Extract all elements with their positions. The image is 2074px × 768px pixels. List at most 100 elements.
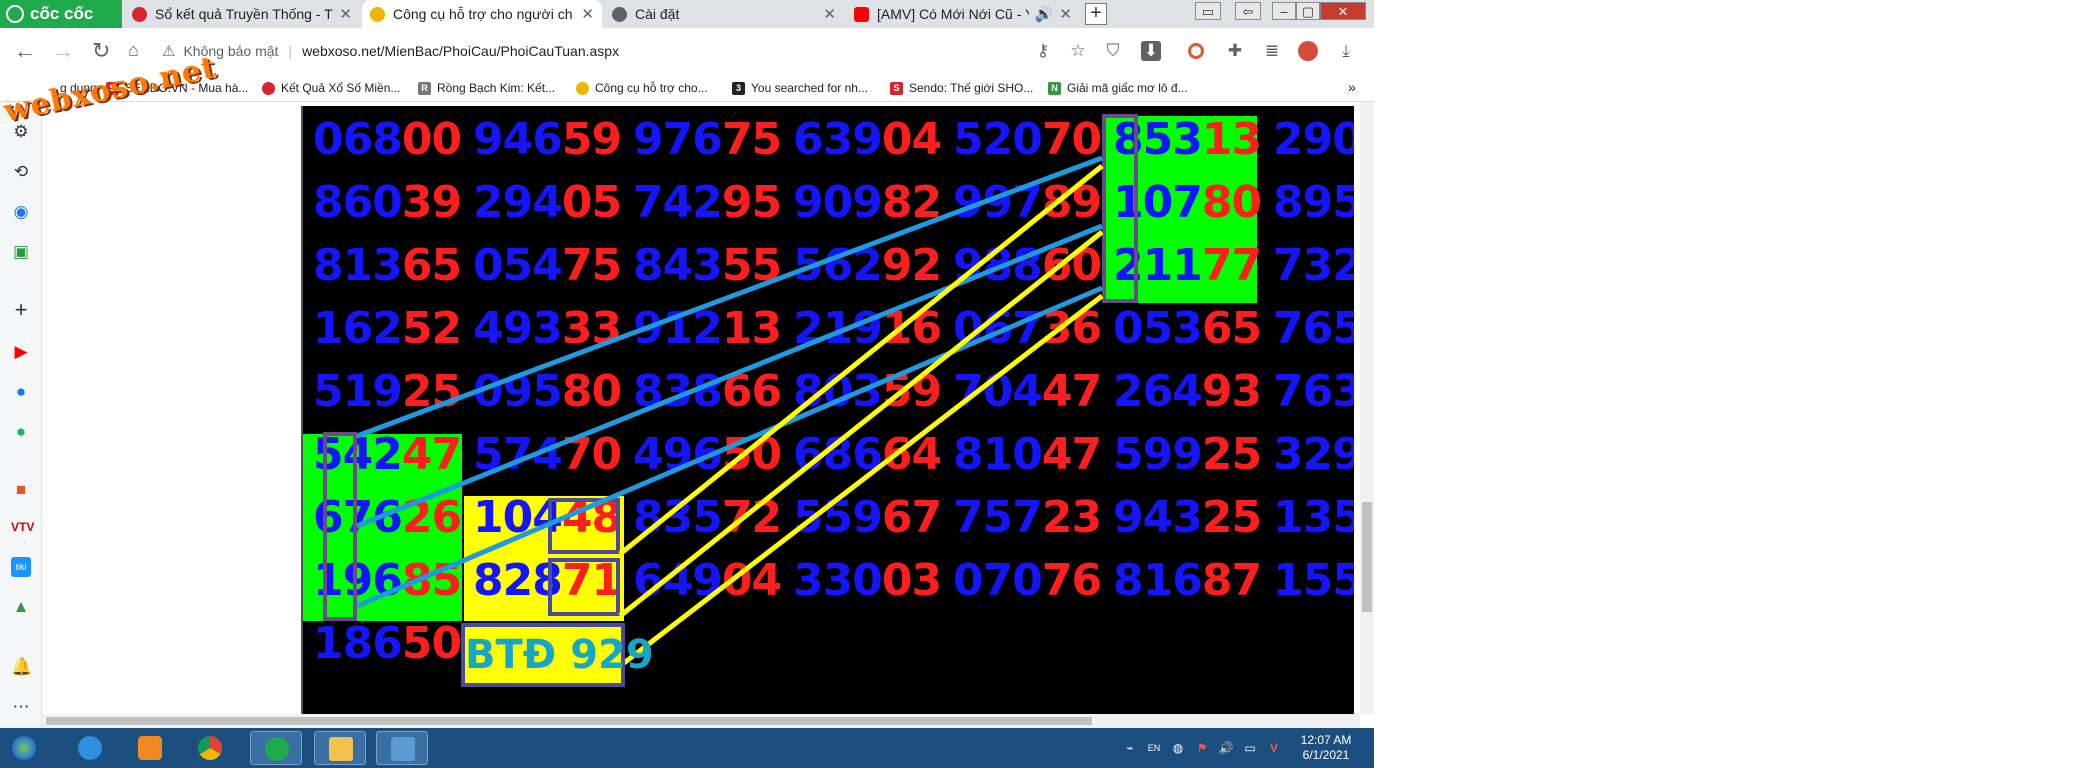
- home-icon[interactable]: ⌂: [128, 40, 139, 61]
- ie-icon: [78, 736, 102, 760]
- bookmark-label: You searched for nh...: [751, 81, 868, 95]
- close-window-button[interactable]: ✕: [1320, 2, 1366, 20]
- close-tab-icon[interactable]: ✕: [339, 5, 352, 23]
- bookmark-label: Kết Quả Xổ Số Miền...: [281, 81, 401, 95]
- reload-icon[interactable]: ↻: [92, 38, 110, 64]
- messenger-icon[interactable]: ◉: [11, 202, 31, 222]
- bookmark-cong-cu[interactable]: Công cụ hỗ trợ cho...: [576, 81, 708, 95]
- bookmark-sendo-shop[interactable]: S Sendo: Thế giới SHO...: [890, 81, 1033, 95]
- bookmark-label: Giải mã giấc mơ lô đ...: [1067, 81, 1188, 95]
- tab-strip: cốc cốc Sổ kết quả Truyền Thống - T ✕ Cô…: [0, 0, 1374, 28]
- sidebar: ⚙ ⟲ ◉ ▣ + ▶ ● ● ■ VTV tiki ▲ 🔔 ⋯: [0, 102, 42, 728]
- yellow-line-3: [618, 294, 1104, 668]
- coccoc-extension-icon[interactable]: [1188, 43, 1204, 59]
- close-tab-icon[interactable]: ✕: [581, 5, 594, 23]
- taskbar-internet-explorer[interactable]: [64, 731, 116, 765]
- vtv-icon[interactable]: VTV: [11, 517, 34, 537]
- tab-so-ket-qua[interactable]: Sổ kết quả Truyền Thống - T ✕: [124, 0, 360, 28]
- taskbar-chrome[interactable]: [184, 731, 236, 765]
- media-player-icon: [138, 736, 162, 760]
- bookmark-label: Sendo: Thế giới SHO...: [909, 81, 1034, 95]
- volume-icon[interactable]: 🔊: [1218, 740, 1234, 756]
- taskbar-media-player[interactable]: [124, 731, 176, 765]
- bookmark-you-searched[interactable]: 3 You searched for nh...: [732, 81, 868, 95]
- taskbar-file-explorer[interactable]: [314, 731, 366, 765]
- tab-title: Cài đặt: [635, 6, 680, 22]
- horizontal-scroll-thumb[interactable]: [46, 717, 1092, 725]
- notification-bell-icon[interactable]: 🔔: [11, 657, 32, 677]
- facebook-icon[interactable]: ●: [11, 382, 31, 402]
- language-icon[interactable]: EN: [1146, 740, 1162, 756]
- more-options-icon[interactable]: ⋯: [11, 697, 31, 717]
- close-tab-icon[interactable]: ✕: [1059, 5, 1072, 23]
- download-savior-icon[interactable]: ⬇: [1141, 41, 1161, 61]
- back-arrow-icon[interactable]: ←: [14, 38, 36, 64]
- close-tab-icon[interactable]: ✕: [823, 5, 836, 23]
- coccoc-menu-button[interactable]: cốc cốc: [0, 0, 122, 28]
- youtube-icon[interactable]: ▶: [11, 342, 31, 362]
- url-text[interactable]: webxoso.net/MienBac/PhoiCau/PhoiCauTuan.…: [302, 43, 619, 59]
- bookmark-rong-bach-kim[interactable]: R Rồng Bạch Kim: Kết...: [418, 81, 555, 95]
- chrome-icon: [198, 736, 222, 760]
- reading-list-icon[interactable]: ≣: [1262, 41, 1282, 61]
- spotify-icon[interactable]: ●: [11, 422, 31, 442]
- flag-alert-icon[interactable]: ⚑: [1194, 740, 1210, 756]
- cyan-line-2: [356, 223, 1103, 529]
- nd-icon: N: [1048, 81, 1061, 95]
- history-icon[interactable]: ⟲: [11, 162, 31, 182]
- vertical-scrollbar[interactable]: [1360, 102, 1374, 714]
- shopee-icon[interactable]: ■: [11, 480, 31, 500]
- education-cap-icon[interactable]: ▲: [11, 597, 31, 617]
- lottery-grid: 06800 94659 97675 63904 52070 85313 290 86039 2…: [301, 106, 1354, 715]
- folder-icon: [329, 737, 353, 761]
- taskbar-remote-desktop[interactable]: [376, 731, 428, 765]
- start-button[interactable]: [4, 731, 48, 765]
- bookmark-label: Công cụ hỗ trợ cho...: [595, 81, 708, 95]
- key-icon[interactable]: ⚷: [1033, 41, 1053, 61]
- bookmark-star-icon[interactable]: ☆: [1068, 41, 1088, 61]
- browser-window: cốc cốc Sổ kết quả Truyền Thống - T ✕ Cô…: [0, 0, 1374, 768]
- system-clock[interactable]: 12:07 AM 6/1/2021: [1290, 733, 1362, 763]
- sendo-icon: S: [890, 81, 903, 95]
- taskbar-coccoc[interactable]: [250, 731, 302, 765]
- minimize-button[interactable]: –: [1272, 2, 1296, 20]
- maximize-button[interactable]: ▢: [1296, 2, 1320, 20]
- tab-cong-cu[interactable]: Công cụ hỗ trợ cho người ch ✕: [362, 0, 602, 28]
- cyan-line-3: [356, 285, 1103, 609]
- tab-title: Sổ kết quả Truyền Thống - T: [155, 6, 333, 22]
- rbk-icon: R: [418, 81, 431, 95]
- btd-label: BTĐ 929: [461, 623, 654, 687]
- forward-arrow-icon[interactable]: →: [52, 38, 74, 64]
- bookmark-ket-qua[interactable]: Kết Quả Xổ Số Miền...: [262, 81, 400, 95]
- windows-orb-icon: [12, 736, 36, 760]
- puzzle-extensions-icon[interactable]: ✚: [1225, 41, 1245, 61]
- 365-icon: 3: [732, 81, 745, 95]
- add-sidebar-item-icon[interactable]: +: [11, 299, 31, 321]
- tab-search-button[interactable]: ▭: [1195, 2, 1221, 20]
- network-icon[interactable]: ⌁: [1122, 740, 1138, 756]
- display-icon[interactable]: ▭: [1242, 740, 1258, 756]
- yellow-line-2: [618, 230, 1104, 618]
- address-separator: |: [288, 43, 293, 59]
- bookmarks-overflow-button[interactable]: »: [1348, 79, 1356, 95]
- clock-date: 6/1/2021: [1302, 748, 1350, 762]
- profile-avatar-icon[interactable]: [1298, 41, 1318, 61]
- new-tab-button[interactable]: +: [1085, 3, 1107, 25]
- brand-label: cốc cốc: [30, 4, 94, 23]
- unikey-icon[interactable]: V: [1266, 740, 1282, 756]
- gear-favicon-icon: [612, 6, 627, 22]
- speaker-icon[interactable]: 🔊: [1035, 5, 1054, 23]
- horizontal-scrollbar[interactable]: [42, 714, 1360, 728]
- tiki-icon[interactable]: tiki: [11, 557, 31, 577]
- tab-cai-dat[interactable]: Cài đặt ✕: [604, 0, 844, 28]
- back-history-button[interactable]: ⇦: [1235, 2, 1261, 20]
- app-tray-icon[interactable]: ◍: [1170, 740, 1186, 756]
- xs-favicon-icon: [370, 6, 385, 22]
- vertical-scroll-thumb[interactable]: [1362, 502, 1372, 612]
- tab-amv[interactable]: [AMV] Có Mới Nới Cũ - Y 🔊 ✕: [846, 0, 1080, 28]
- shield-icon[interactable]: ⛉: [1103, 41, 1123, 61]
- xs-icon: [576, 81, 589, 95]
- bookmark-giai-ma[interactable]: N Giải mã giấc mơ lô đ...: [1048, 81, 1188, 95]
- download-icon[interactable]: ⤓: [1336, 41, 1356, 61]
- game-controller-icon[interactable]: ▣: [11, 242, 31, 262]
